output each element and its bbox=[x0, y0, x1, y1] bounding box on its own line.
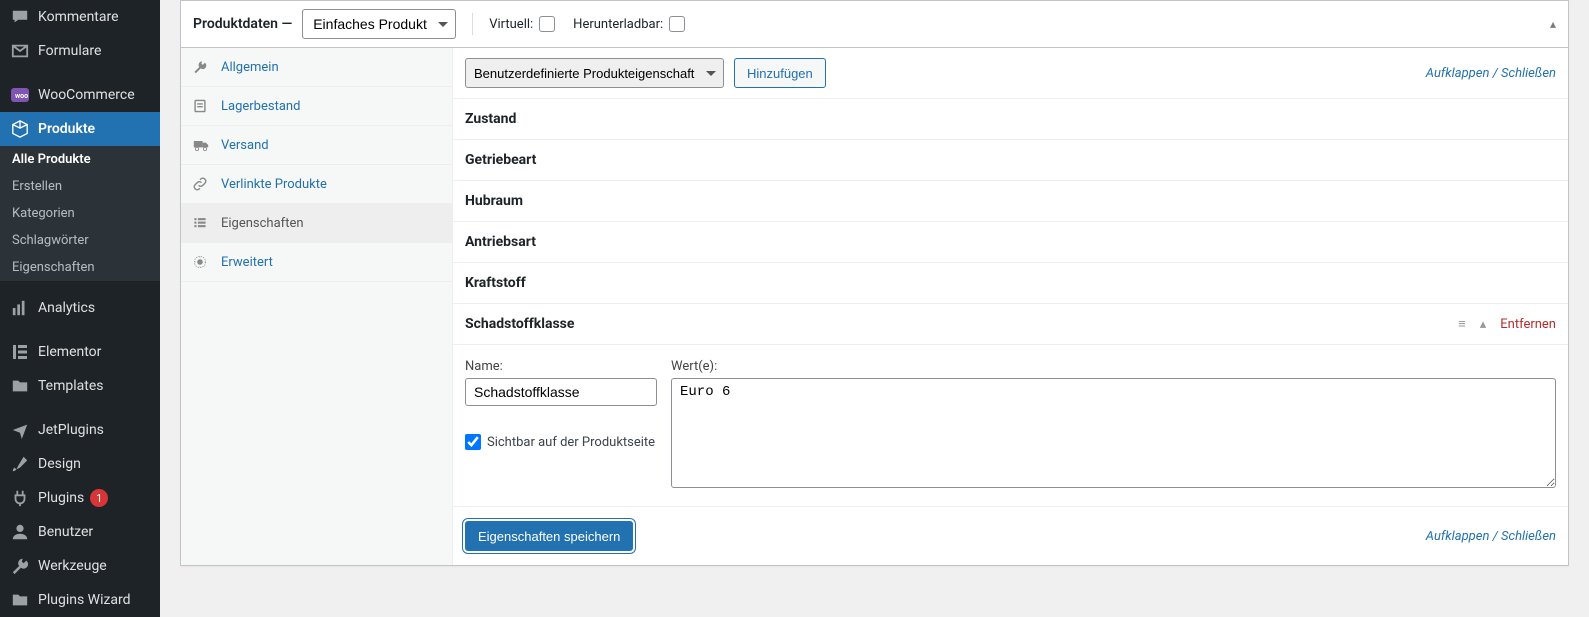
sidebar-label: Elementor bbox=[38, 344, 101, 360]
tab-eigenschaften[interactable]: Eigenschaften bbox=[181, 204, 452, 243]
sidebar-item-produkte[interactable]: Produkte bbox=[0, 112, 160, 146]
sidebar-item-woocommerce[interactable]: woo WooCommerce bbox=[0, 78, 160, 112]
brush-icon bbox=[10, 454, 30, 474]
bars-icon bbox=[10, 298, 30, 318]
ebox-icon bbox=[10, 342, 30, 362]
sidebar-label: WooCommerce bbox=[38, 87, 135, 103]
folder-icon bbox=[10, 590, 30, 610]
attribute-row-schadstoffklasse: Schadstoffklasse ≡ ▴ Entfernen bbox=[453, 304, 1568, 345]
mail-icon bbox=[10, 41, 30, 61]
gear-icon bbox=[193, 254, 213, 270]
sidebar-label: Formulare bbox=[38, 43, 101, 59]
sidebar-sub-alle-produkte[interactable]: Alle Produkte bbox=[0, 146, 160, 173]
tab-allgemein[interactable]: Allgemein bbox=[181, 48, 452, 87]
sidebar-item-jetplugins[interactable]: JetPlugins bbox=[0, 413, 160, 447]
attribute-values-label: Wert(e): bbox=[671, 359, 1556, 374]
downloadable-label: Herunterladbar: bbox=[573, 16, 685, 32]
admin-sidebar: Kommentare Formulare woo WooCommerce Pro… bbox=[0, 0, 160, 617]
remove-attribute-link[interactable]: Entfernen bbox=[1500, 317, 1556, 332]
attribute-row-zustand[interactable]: Zustand bbox=[453, 99, 1568, 140]
sidebar-label: Kommentare bbox=[38, 9, 119, 25]
virtual-checkbox[interactable] bbox=[539, 16, 555, 32]
attribute-values-textarea[interactable]: Euro 6 bbox=[671, 378, 1556, 488]
save-attributes-button[interactable]: Eigenschaften speichern bbox=[465, 521, 633, 551]
sidebar-label: Plugins Wizard bbox=[38, 592, 131, 608]
add-attribute-button[interactable]: Hinzufügen bbox=[734, 58, 826, 88]
update-badge: 1 bbox=[90, 489, 108, 507]
sidebar-label: Benutzer bbox=[38, 524, 93, 540]
expand-collapse-link-bottom[interactable]: Aufklappen / Schließen bbox=[1426, 529, 1556, 544]
sidebar-label: JetPlugins bbox=[38, 422, 104, 438]
sidebar-sub-kategorien[interactable]: Kategorien bbox=[0, 200, 160, 227]
folder-icon bbox=[10, 376, 30, 396]
divider bbox=[472, 13, 473, 35]
collapse-icon[interactable]: ▴ bbox=[1480, 317, 1487, 332]
attribute-row-getriebeart[interactable]: Getriebeart bbox=[453, 140, 1568, 181]
sidebar-item-werkzeuge[interactable]: Werkzeuge bbox=[0, 549, 160, 583]
postbox-body: Allgemein Lagerbestand Versand Verlinkte… bbox=[181, 48, 1568, 565]
attributes-footer: Eigenschaften speichern Aufklappen / Sch… bbox=[453, 507, 1568, 565]
sidebar-item-analytics[interactable]: Analytics bbox=[0, 291, 160, 325]
postbox-title: Produktdaten — bbox=[193, 16, 292, 32]
tab-lagerbestand[interactable]: Lagerbestand bbox=[181, 87, 452, 126]
plane-icon bbox=[10, 420, 30, 440]
main-content: Produktdaten — Einfaches Produkt Virtuel… bbox=[160, 0, 1589, 617]
sidebar-item-design[interactable]: Design bbox=[0, 447, 160, 481]
sidebar-label: Produkte bbox=[38, 121, 95, 137]
attribute-row-hubraum[interactable]: Hubraum bbox=[453, 181, 1568, 222]
product-type-select[interactable]: Einfaches Produkt bbox=[302, 9, 456, 39]
sidebar-item-plugins[interactable]: Plugins 1 bbox=[0, 481, 160, 515]
tab-verlinkte-produkte[interactable]: Verlinkte Produkte bbox=[181, 165, 452, 204]
sidebar-sub-schlagwoerter[interactable]: Schlagwörter bbox=[0, 227, 160, 254]
plug-icon bbox=[10, 488, 30, 508]
sidebar-item-benutzer[interactable]: Benutzer bbox=[0, 515, 160, 549]
attribute-name-input[interactable] bbox=[465, 378, 657, 406]
sidebar-item-formulare[interactable]: Formulare bbox=[0, 34, 160, 68]
comment-icon bbox=[10, 7, 30, 27]
list-icon bbox=[193, 215, 213, 231]
wrench-icon bbox=[10, 556, 30, 576]
sidebar-label: Werkzeuge bbox=[38, 558, 107, 574]
virtual-label: Virtuell: bbox=[489, 16, 555, 32]
sidebar-sub-erstellen[interactable]: Erstellen bbox=[0, 173, 160, 200]
visible-on-product-page-checkbox[interactable] bbox=[465, 434, 481, 450]
sidebar-label: Analytics bbox=[38, 300, 95, 316]
product-data-tabs: Allgemein Lagerbestand Versand Verlinkte… bbox=[181, 48, 453, 565]
sidebar-label: Templates bbox=[38, 378, 104, 394]
sidebar-item-templates[interactable]: Templates bbox=[0, 369, 160, 403]
attributes-panel: Benutzerdefinierte Produkteigenschaft Hi… bbox=[453, 48, 1568, 565]
sidebar-item-elementor[interactable]: Elementor bbox=[0, 335, 160, 369]
postbox-toggle[interactable]: ▴ bbox=[1550, 17, 1556, 31]
sidebar-label: Design bbox=[38, 456, 81, 472]
attribute-row-kraftstoff[interactable]: Kraftstoff bbox=[453, 263, 1568, 304]
product-data-postbox: Produktdaten — Einfaches Produkt Virtuel… bbox=[180, 0, 1569, 566]
sidebar-item-kommentare[interactable]: Kommentare bbox=[0, 0, 160, 34]
attribute-row-antriebsart[interactable]: Antriebsart bbox=[453, 222, 1568, 263]
truck-icon bbox=[193, 137, 213, 153]
tab-erweitert[interactable]: Erweitert bbox=[181, 243, 452, 282]
box-icon bbox=[10, 119, 30, 139]
sidebar-label: Plugins bbox=[38, 490, 84, 506]
attributes-toolbar: Benutzerdefinierte Produkteigenschaft Hi… bbox=[453, 48, 1568, 99]
tab-versand[interactable]: Versand bbox=[181, 126, 452, 165]
sidebar-item-plugins-wizard[interactable]: Plugins Wizard bbox=[0, 583, 160, 617]
user-icon bbox=[10, 522, 30, 542]
link-icon bbox=[193, 176, 213, 192]
attribute-taxonomy-select[interactable]: Benutzerdefinierte Produkteigenschaft bbox=[465, 58, 724, 88]
wrench-icon bbox=[193, 59, 213, 75]
doc-icon bbox=[193, 98, 213, 114]
svg-text:woo: woo bbox=[15, 92, 28, 100]
expand-collapse-link[interactable]: Aufklappen / Schließen bbox=[1426, 66, 1556, 81]
produkte-submenu: Alle Produkte Erstellen Kategorien Schla… bbox=[0, 146, 160, 281]
downloadable-checkbox[interactable] bbox=[669, 16, 685, 32]
visible-label: Sichtbar auf der Produktseite bbox=[487, 435, 655, 450]
postbox-header: Produktdaten — Einfaches Produkt Virtuel… bbox=[181, 1, 1568, 48]
woo-icon: woo bbox=[10, 85, 30, 105]
attribute-body-schadstoffklasse: Name: Sichtbar auf der Produktseite Wert… bbox=[453, 345, 1568, 507]
attribute-name-label: Name: bbox=[465, 359, 657, 374]
drag-handle-icon[interactable]: ≡ bbox=[1458, 316, 1466, 332]
sidebar-sub-eigenschaften[interactable]: Eigenschaften bbox=[0, 254, 160, 281]
